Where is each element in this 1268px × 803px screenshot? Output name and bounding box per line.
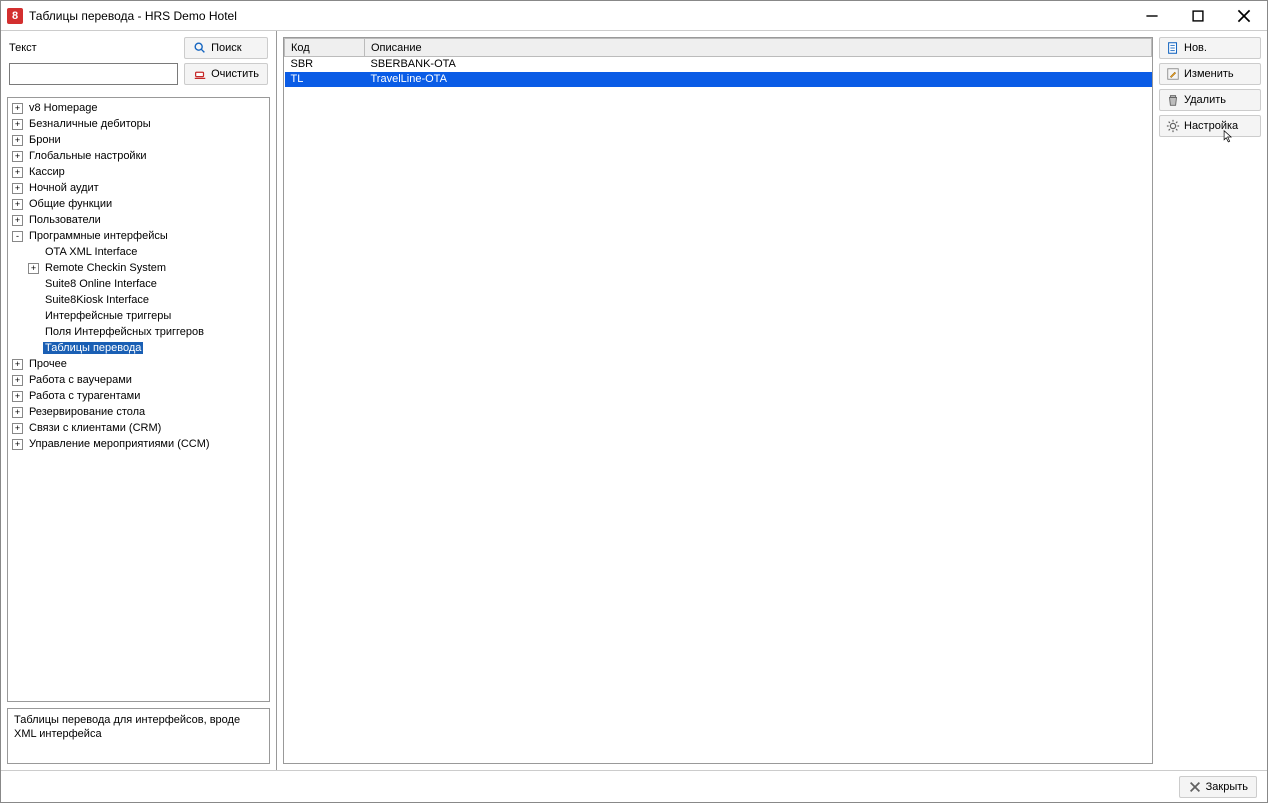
- tree-item-label: Брони: [27, 134, 63, 146]
- tree-item-label: Безналичные дебиторы: [27, 118, 153, 130]
- col-desc[interactable]: Описание: [365, 39, 1152, 57]
- tree-item[interactable]: +Прочее: [12, 358, 69, 370]
- tree-item-label: Глобальные настройки: [27, 150, 149, 162]
- tree-item[interactable]: +Работа с турагентами: [12, 390, 142, 402]
- new-button[interactable]: Нов.: [1159, 37, 1261, 59]
- minimize-icon: [1145, 9, 1159, 23]
- left-panel: Текст Поиск Очистить +v8 Homepage +Безнал…: [1, 31, 277, 770]
- tree-item[interactable]: +Резервирование стола: [12, 406, 147, 418]
- tree-item[interactable]: +Пользователи: [12, 214, 103, 226]
- close-form-label: Закрыть: [1206, 781, 1248, 793]
- tree-item-label: Кассир: [27, 166, 67, 178]
- close-form-button[interactable]: Закрыть: [1179, 776, 1257, 798]
- clear-button[interactable]: Очистить: [184, 63, 268, 85]
- tree-item[interactable]: +Работа с ваучерами: [12, 374, 134, 386]
- cell-code: TL: [285, 72, 365, 87]
- cell-code: SBR: [285, 57, 365, 72]
- tree-item[interactable]: +Безналичные дебиторы: [12, 118, 153, 130]
- col-code[interactable]: Код: [285, 39, 365, 57]
- tree-item-label: Работа с ваучерами: [27, 374, 134, 386]
- tree-item[interactable]: Поля Интерфейсных триггеров: [28, 326, 206, 338]
- search-icon: [193, 41, 207, 55]
- tree-item[interactable]: +Связи с клиентами (CRM): [12, 422, 163, 434]
- tree-item-label: v8 Homepage: [27, 102, 100, 114]
- tree-item[interactable]: +Remote Checkin System: [28, 262, 168, 274]
- tree-item-label: Общие функции: [27, 198, 114, 210]
- tree-item-label: Интерфейсные триггеры: [43, 310, 173, 322]
- tree-item[interactable]: OTA XML Interface: [28, 246, 139, 258]
- tree-item[interactable]: Интерфейсные триггеры: [28, 310, 173, 322]
- tree-item-label: Прочее: [27, 358, 69, 370]
- edit-button[interactable]: Изменить: [1159, 63, 1261, 85]
- window-title: Таблицы перевода - HRS Demo Hotel: [29, 9, 1129, 23]
- description-box: Таблицы перевода для интерфейсов, вроде …: [7, 708, 270, 764]
- tree-item[interactable]: +Общие функции: [12, 198, 114, 210]
- tree-item-label: Программные интерфейсы: [27, 230, 170, 242]
- tree-item[interactable]: +Ночной аудит: [12, 182, 101, 194]
- cell-desc: SBERBANK-OTA: [365, 57, 1152, 72]
- tree-item-label: Ночной аудит: [27, 182, 101, 194]
- tree-item-label: Таблицы перевода: [43, 342, 143, 354]
- eraser-icon: [193, 67, 207, 81]
- tree-item[interactable]: +Глобальные настройки: [12, 150, 149, 162]
- close-icon: [1237, 9, 1251, 23]
- app-icon: 8: [7, 8, 23, 24]
- tree-item-label: Связи с клиентами (CRM): [27, 422, 163, 434]
- tree-item[interactable]: Suite8Kiosk Interface: [28, 294, 151, 306]
- maximize-icon: [1191, 9, 1205, 23]
- tree-item[interactable]: Suite8 Online Interface: [28, 278, 159, 290]
- setup-button[interactable]: Настройка: [1159, 115, 1261, 137]
- tree-item[interactable]: +Управление мероприятиями (CCM): [12, 438, 212, 450]
- tree-item[interactable]: Таблицы перевода: [28, 342, 143, 354]
- actions-panel: Нов. Изменить Удалить Настройка: [1157, 31, 1267, 770]
- setup-button-label: Настройка: [1184, 120, 1238, 132]
- tree-item-label: Remote Checkin System: [43, 262, 168, 274]
- tree-item-label: Управление мероприятиями (CCM): [27, 438, 212, 450]
- cell-desc: TravelLine-OTA: [365, 72, 1152, 87]
- search-label: Текст: [9, 42, 178, 54]
- gear-icon: [1166, 119, 1180, 133]
- nav-tree[interactable]: +v8 Homepage +Безналичные дебиторы +Брони +…: [7, 97, 270, 702]
- search-input[interactable]: [9, 63, 178, 85]
- edit-button-label: Изменить: [1184, 68, 1234, 80]
- new-icon: [1166, 41, 1180, 55]
- app-window: 8 Таблицы перевода - HRS Demo Hotel Текс…: [0, 0, 1268, 803]
- new-button-label: Нов.: [1184, 42, 1207, 54]
- maximize-button[interactable]: [1175, 1, 1221, 31]
- tree-item-label: Suite8Kiosk Interface: [43, 294, 151, 306]
- tree-item-label: Работа с турагентами: [27, 390, 142, 402]
- search-panel: Текст Поиск Очистить: [1, 31, 276, 91]
- edit-icon: [1166, 67, 1180, 81]
- tree-item-label: Suite8 Online Interface: [43, 278, 159, 290]
- table-row[interactable]: SBRSBERBANK-OTA: [285, 57, 1152, 72]
- search-button-label: Поиск: [211, 42, 241, 54]
- close-button[interactable]: [1221, 1, 1267, 31]
- trash-icon: [1166, 93, 1180, 107]
- footer: Закрыть: [1, 770, 1267, 802]
- tree-item[interactable]: +v8 Homepage: [12, 102, 100, 114]
- data-table[interactable]: Код Описание SBRSBERBANK-OTATLTravelLine…: [284, 38, 1152, 87]
- title-bar: 8 Таблицы перевода - HRS Demo Hotel: [1, 1, 1267, 31]
- search-button[interactable]: Поиск: [184, 37, 268, 59]
- delete-button-label: Удалить: [1184, 94, 1226, 106]
- tree-item[interactable]: +Кассир: [12, 166, 67, 178]
- tree-item-label: Пользователи: [27, 214, 103, 226]
- tree-item-label: Поля Интерфейсных триггеров: [43, 326, 206, 338]
- tree-item[interactable]: +Брони: [12, 134, 63, 146]
- clear-button-label: Очистить: [211, 68, 259, 80]
- close-form-icon: [1188, 780, 1202, 794]
- center-panel: Код Описание SBRSBERBANK-OTATLTravelLine…: [277, 31, 1157, 770]
- table-row[interactable]: TLTravelLine-OTA: [285, 72, 1152, 87]
- tree-item-label: OTA XML Interface: [43, 246, 139, 258]
- tree-item[interactable]: -Программные интерфейсы: [12, 230, 170, 242]
- delete-button[interactable]: Удалить: [1159, 89, 1261, 111]
- minimize-button[interactable]: [1129, 1, 1175, 31]
- tree-item-label: Резервирование стола: [27, 406, 147, 418]
